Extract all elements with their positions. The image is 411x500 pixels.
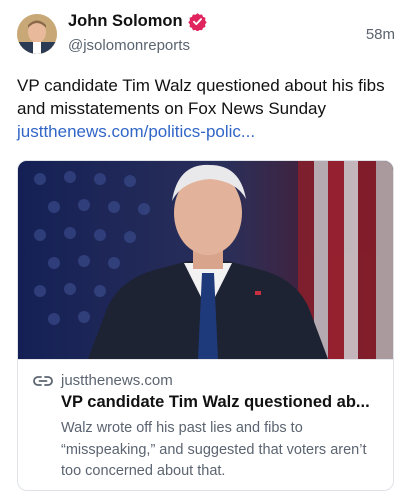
card-domain: justthenews.com: [61, 372, 173, 389]
name-row: John Solomon: [68, 12, 207, 32]
link-icon: [33, 374, 53, 388]
link-preview-card[interactable]: justthenews.com VP candidate Tim Walz qu…: [17, 160, 394, 491]
card-body: justthenews.com VP candidate Tim Walz qu…: [18, 359, 393, 490]
card-title[interactable]: VP candidate Tim Walz questioned ab...: [61, 393, 386, 412]
post-body: VP candidate Tim Walz questioned about h…: [17, 74, 402, 143]
card-image: [18, 161, 393, 359]
verified-badge-icon: [187, 12, 207, 32]
post-header: John Solomon @jsolomonreports 58m: [17, 12, 397, 58]
avatar[interactable]: [17, 14, 57, 54]
card-description: Walz wrote off his past lies and fibs to…: [61, 420, 367, 479]
post-text: VP candidate Tim Walz questioned about h…: [17, 76, 385, 118]
post-timestamp: 58m: [365, 26, 395, 43]
post-link[interactable]: justthenews.com/politics-polic...: [17, 120, 402, 143]
display-name[interactable]: John Solomon: [68, 12, 183, 31]
author-handle[interactable]: @jsolomonreports: [68, 37, 190, 54]
